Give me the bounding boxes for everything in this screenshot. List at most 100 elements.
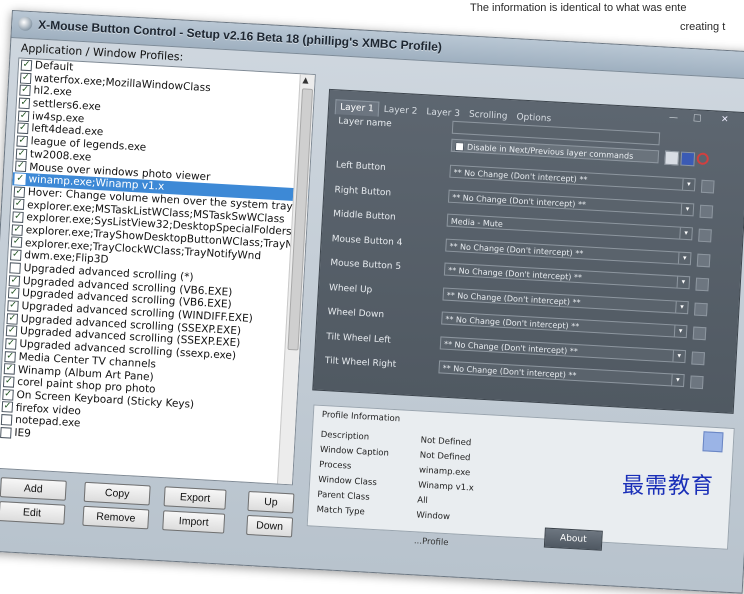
info-value: All <box>416 495 429 506</box>
mapping-settings-button[interactable] <box>700 179 715 194</box>
profile-checkbox[interactable] <box>0 426 12 439</box>
mapping-select[interactable]: ** No Change (Don't intercept) ** ▾ <box>441 311 688 339</box>
layer-copy-icon[interactable] <box>680 151 696 167</box>
profile-checkbox[interactable] <box>0 414 13 426</box>
info-label: Window Class <box>317 474 378 489</box>
info-value: Winamp v1.x <box>417 480 475 494</box>
profile-checkbox[interactable]: ✓ <box>20 59 33 72</box>
remove-button[interactable]: Remove <box>82 505 150 530</box>
chevron-down-icon[interactable]: ▾ <box>679 227 692 240</box>
mapping-select[interactable]: ** No Change (Don't intercept) ** ▾ <box>442 287 689 314</box>
export-button[interactable]: Export <box>163 486 227 510</box>
mapping-settings-button[interactable] <box>696 253 711 267</box>
mapping-select[interactable]: ** No Change (Don't intercept) ** ▾ <box>449 164 696 192</box>
profile-checkbox[interactable]: ✓ <box>10 236 23 249</box>
xmbc-window: X-Mouse Button Control - Setup v2.16 Bet… <box>0 10 744 594</box>
scroll-up-icon[interactable]: ▲ <box>302 75 309 84</box>
edit-button[interactable]: Edit <box>0 501 66 525</box>
profile-info-heading: Profile Information <box>321 409 401 425</box>
profile-checkbox[interactable]: ✓ <box>8 274 21 287</box>
import-button[interactable]: Import <box>162 510 226 534</box>
tab-layer-2[interactable]: Layer 2 <box>379 103 421 119</box>
mapping-settings-button[interactable] <box>698 228 712 243</box>
profile-checkbox[interactable]: ✓ <box>19 84 31 97</box>
chevron-down-icon[interactable]: ▾ <box>682 178 695 191</box>
chevron-down-icon[interactable]: ▾ <box>676 276 690 289</box>
copy-button[interactable]: Copy <box>83 481 151 506</box>
profile-checkbox[interactable]: ✓ <box>11 224 24 236</box>
profile-checkbox[interactable]: ✓ <box>14 160 27 173</box>
mapping-label: Wheel Up <box>328 282 373 296</box>
mapping-settings-button[interactable] <box>699 204 714 218</box>
mapping-value: ** No Change (Don't intercept) ** <box>453 167 588 185</box>
profile-checkbox[interactable]: ✓ <box>12 211 24 224</box>
mapping-settings-button[interactable] <box>689 375 704 390</box>
profile-checkbox[interactable] <box>9 262 21 274</box>
up-button[interactable]: Up <box>247 490 295 514</box>
mapping-select[interactable]: ** No Change (Don't intercept) ** ▾ <box>447 189 695 216</box>
disable-layer-label: Disable in Next/Previous layer commands <box>466 142 634 161</box>
mapping-value: ** No Change (Don't intercept) ** <box>442 363 577 381</box>
mapping-settings-button[interactable] <box>692 326 707 341</box>
profile-checkbox[interactable]: ✓ <box>17 110 30 122</box>
mapping-select[interactable]: ** No Change (Don't intercept) ** ▾ <box>443 262 691 290</box>
tab-layer-3[interactable]: Layer 3 <box>422 105 464 121</box>
chevron-down-icon[interactable]: ▾ <box>675 301 688 313</box>
mapping-select[interactable]: ** No Change (Don't intercept) ** ▾ <box>445 238 692 265</box>
chevron-down-icon[interactable]: ▾ <box>673 325 687 338</box>
down-button[interactable]: Down <box>246 514 294 538</box>
mapping-select[interactable]: ** No Change (Don't intercept) ** ▾ <box>439 335 687 363</box>
chevron-down-icon[interactable]: ▾ <box>680 203 694 215</box>
profile-checkbox[interactable]: ✓ <box>7 300 19 312</box>
profile-checkbox[interactable]: ✓ <box>10 249 22 262</box>
mapping-settings-button[interactable] <box>694 302 708 316</box>
profile-checkbox[interactable]: ✓ <box>7 287 20 300</box>
profile-checkbox[interactable]: ✓ <box>6 312 19 325</box>
disable-checkbox-box[interactable] <box>454 141 465 152</box>
about-button[interactable]: About <box>543 527 603 551</box>
mapping-value: ** No Change (Don't intercept) ** <box>445 314 580 332</box>
info-label: Window Caption <box>319 444 390 459</box>
profile-checkbox[interactable]: ✓ <box>4 350 16 363</box>
info-value: Window <box>416 510 451 523</box>
profile-checkbox[interactable]: ✓ <box>17 122 29 135</box>
profiles-list[interactable]: ✓ Default ✓ waterfox.exe;MozillaWindowClass… <box>0 57 316 486</box>
profile-checkbox[interactable]: ✓ <box>19 72 32 84</box>
profile-checkbox[interactable]: ✓ <box>5 338 17 350</box>
chevron-down-icon[interactable]: ▾ <box>677 252 691 264</box>
profile-checkbox[interactable]: ✓ <box>16 135 28 148</box>
layer-clear-icon[interactable] <box>696 152 710 166</box>
profile-checkbox[interactable]: ✓ <box>18 97 31 110</box>
profile-checkbox[interactable]: ✓ <box>12 198 25 211</box>
info-value: Not Defined <box>420 435 472 449</box>
info-value: winamp.exe <box>418 465 471 479</box>
close-icon[interactable]: ✕ <box>721 115 729 125</box>
watermark: 最需教育 <box>622 474 715 499</box>
profile-checkbox[interactable]: ✓ <box>1 401 14 414</box>
profile-checkbox[interactable]: ✓ <box>5 325 18 338</box>
profile-checkbox[interactable]: ✓ <box>3 363 16 376</box>
layer-settings-icon[interactable] <box>664 150 680 166</box>
info-label: Process <box>318 459 352 472</box>
profile-checkbox[interactable]: ✓ <box>15 148 28 160</box>
profile-checkbox[interactable]: ✓ <box>13 186 26 198</box>
mapping-settings-button[interactable] <box>691 350 706 365</box>
top-note-line1: The information is identical to what was… <box>470 2 687 14</box>
maximize-icon[interactable]: □ <box>693 113 702 123</box>
profile-checkbox[interactable]: ✓ <box>2 388 14 401</box>
chevron-down-icon[interactable]: ▾ <box>671 374 684 387</box>
mapping-settings-button[interactable] <box>695 277 710 292</box>
profile-checkbox[interactable]: ✓ <box>14 173 26 186</box>
minimize-icon[interactable]: — <box>669 113 679 123</box>
tab-layer-1[interactable]: Layer 1 <box>334 99 380 117</box>
status-profile-text: ...Profile <box>413 536 449 549</box>
add-button[interactable]: Add <box>0 477 67 501</box>
mapping-select[interactable]: ** No Change (Don't intercept) ** ▾ <box>438 360 685 388</box>
mapping-select[interactable]: Media - Mute ▾ <box>446 213 693 241</box>
mapping-label: Middle Button <box>332 209 397 223</box>
profile-checkbox[interactable]: ✓ <box>2 376 15 388</box>
mapping-label: Tilt Wheel Right <box>324 356 397 370</box>
chevron-down-icon[interactable]: ▾ <box>672 349 686 362</box>
info-label: Description <box>320 429 370 443</box>
mapping-label: Wheel Down <box>327 307 385 321</box>
